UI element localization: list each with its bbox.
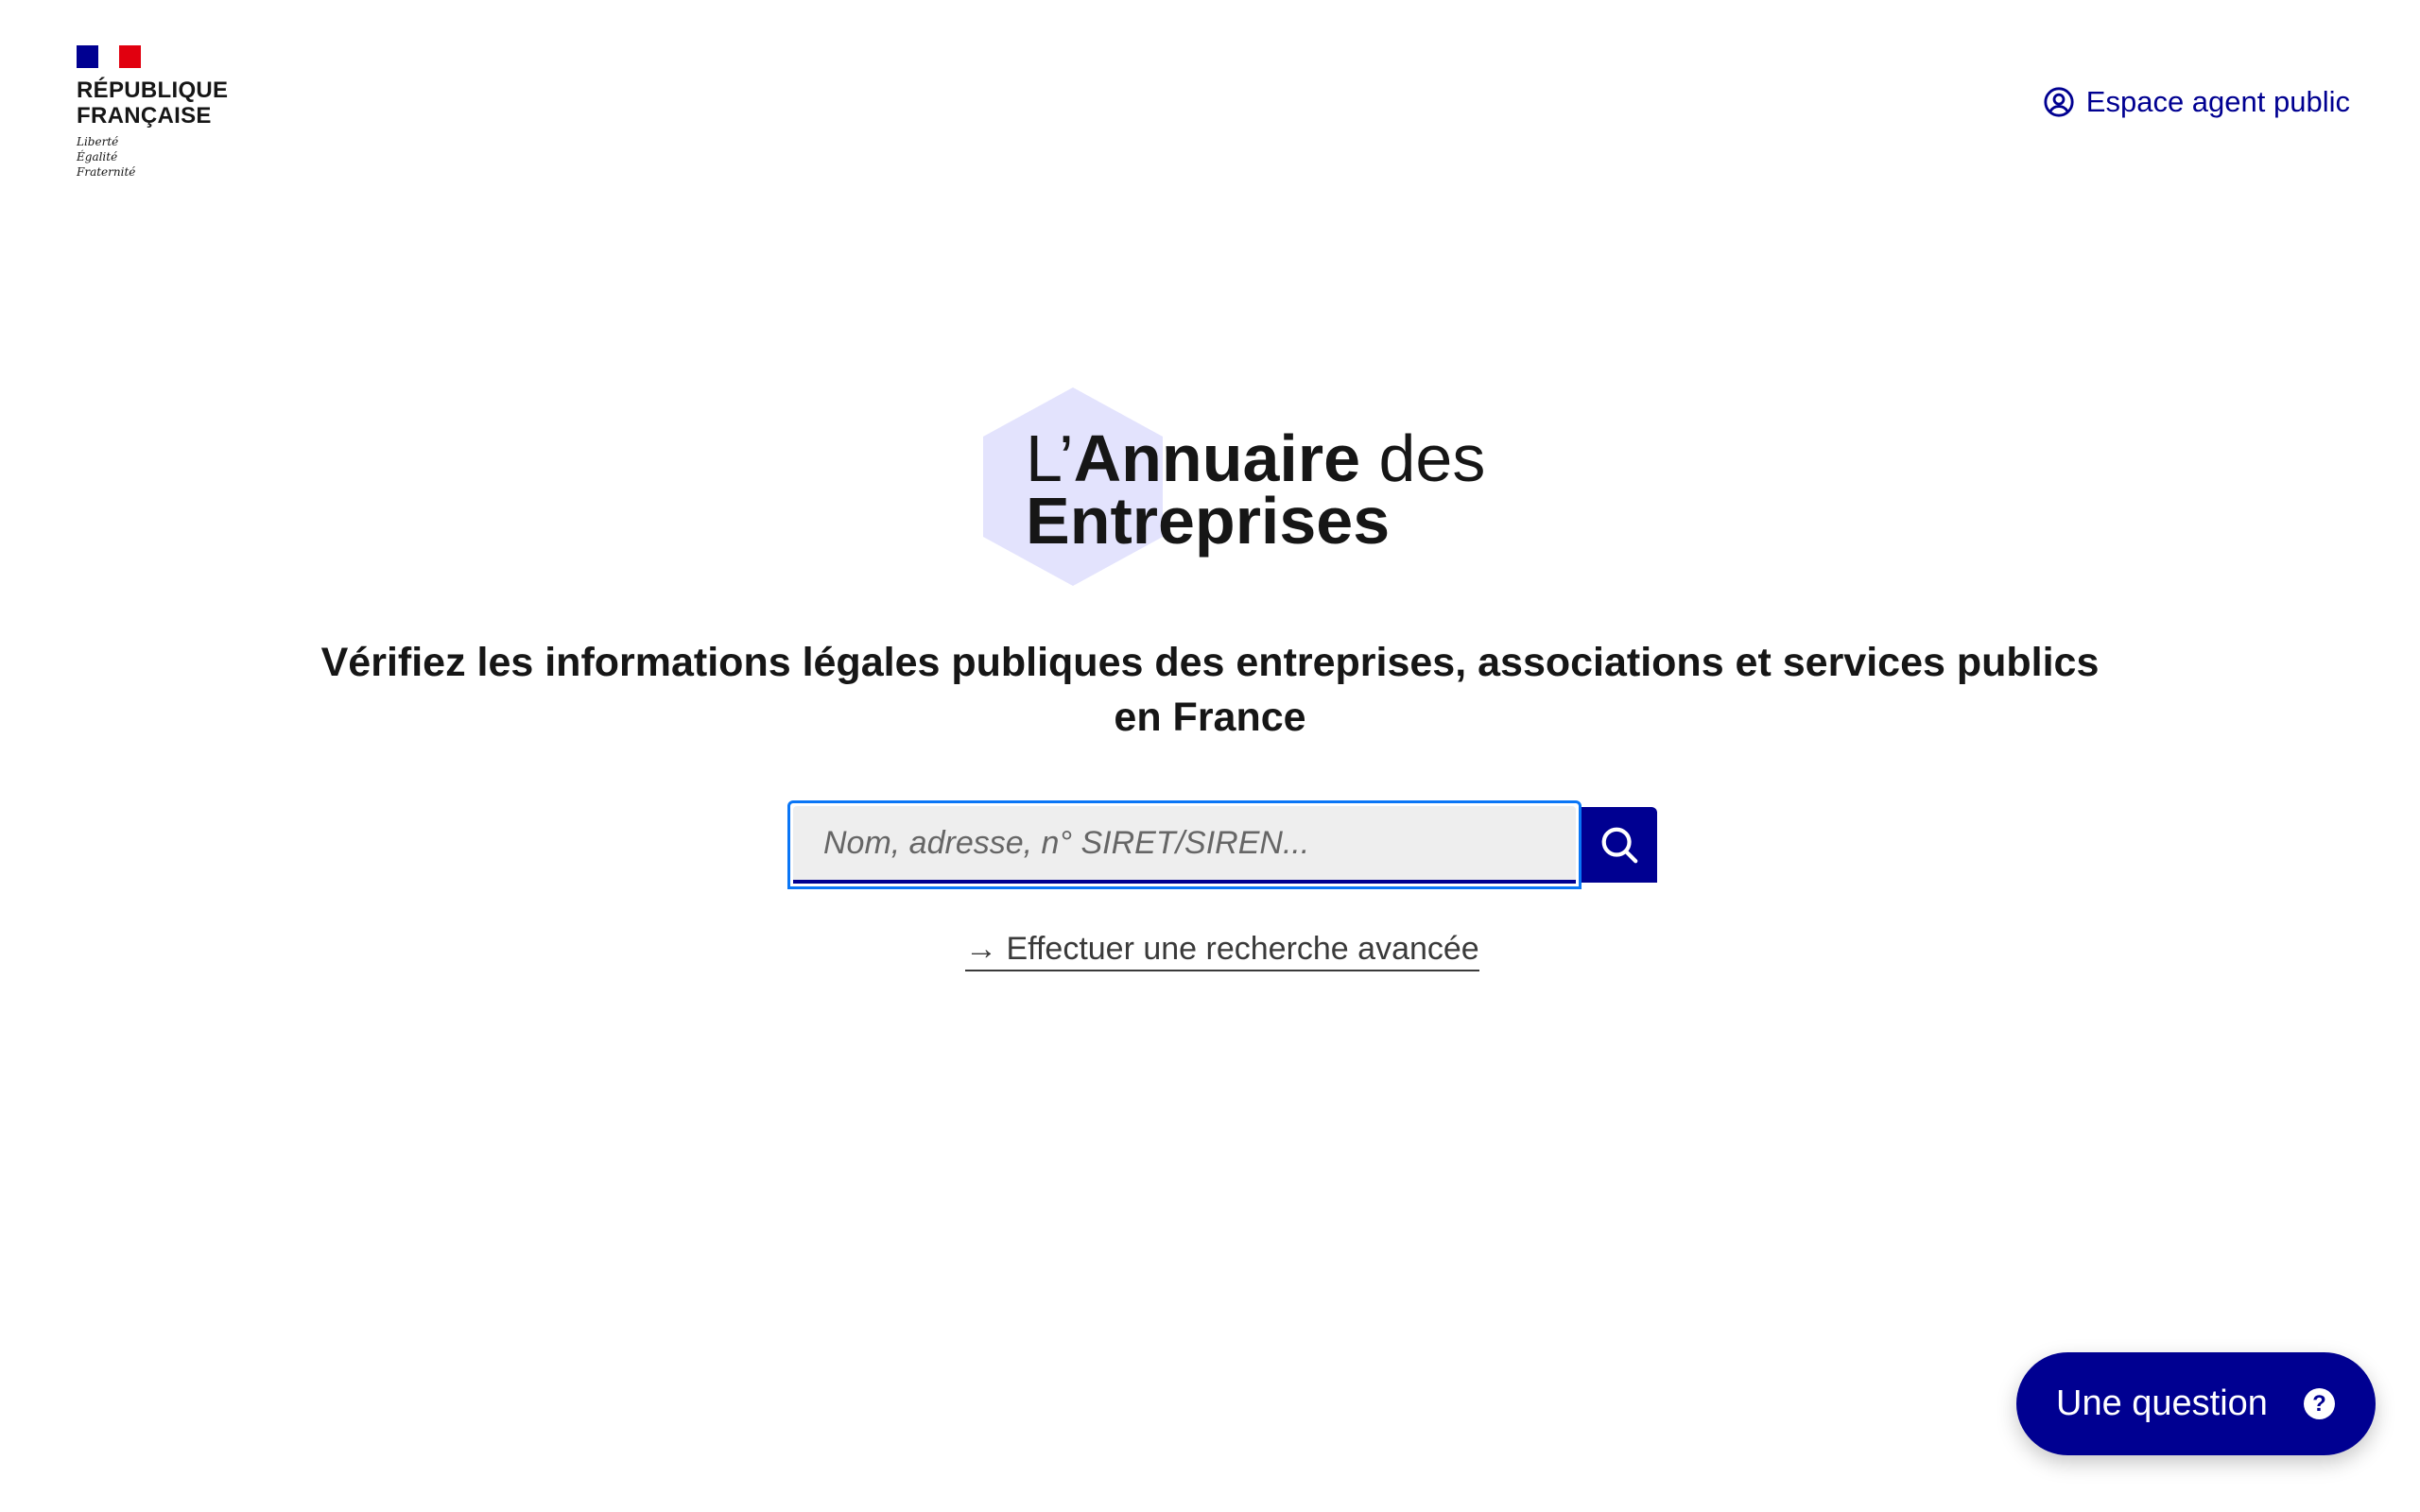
agent-space-label: Espace agent public [2085, 85, 2350, 118]
help-button-label: Une question [2056, 1383, 2268, 1423]
agent-space-link[interactable]: Espace agent public [2043, 85, 2350, 119]
question-mark-icon: ? [2304, 1388, 2335, 1419]
republique-francaise-logo[interactable]: RÉPUBLIQUE FRANÇAISE Liberté Égalité Fra… [77, 45, 237, 187]
government-motto: Liberté Égalité Fraternité [77, 135, 136, 179]
site-logo[interactable]: L’Annuaire des Entreprises [983, 387, 1512, 586]
search-bar [787, 800, 1657, 891]
search-field-focus-ring [787, 800, 1582, 889]
user-circle-icon [2043, 86, 2075, 118]
arrow-right-icon: → [965, 931, 997, 967]
advanced-search-label: Effectuer une recherche avancée [1006, 931, 1479, 967]
government-name: RÉPUBLIQUE FRANÇAISE [77, 77, 229, 129]
site-title-line2: Entreprises [1026, 484, 1391, 558]
page-headline: Vérifiez les informations légales publiq… [320, 640, 2100, 740]
search-button[interactable] [1582, 807, 1657, 883]
site-title: L’Annuaire des Entreprises [1026, 425, 1485, 554]
advanced-search-link[interactable]: → Effectuer une recherche avancée [965, 931, 1479, 971]
search-input[interactable] [793, 806, 1577, 884]
search-icon [1601, 827, 1638, 864]
french-flag-icon [77, 45, 142, 68]
help-question-button[interactable]: Une question ? [2016, 1352, 2376, 1455]
